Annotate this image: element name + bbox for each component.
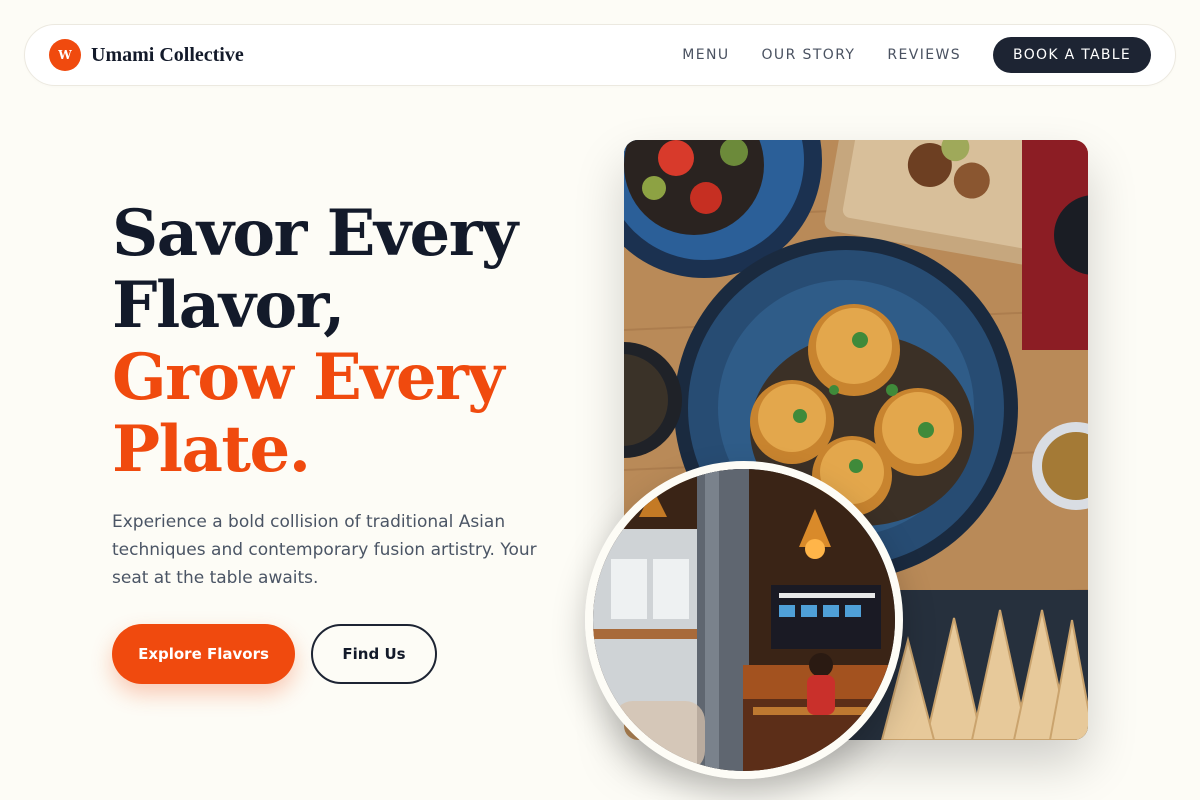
nav-link-reviews[interactable]: REVIEWS [887, 47, 961, 63]
interior-photo-illustration [593, 469, 895, 771]
hero-title-line-4: Plate. [112, 412, 311, 487]
nav-links: MENU OUR STORY REVIEWS BOOK A TABLE [682, 37, 1151, 73]
brand-logo-icon: W [49, 39, 81, 71]
hero-title-line-1: Savor Every [112, 196, 518, 271]
explore-flavors-button[interactable]: Explore Flavors [112, 624, 295, 684]
hero-title-line-3: Grow Every [112, 340, 505, 415]
brand-name: Umami Collective [91, 43, 244, 66]
brand-link[interactable]: W Umami Collective [49, 39, 244, 71]
nav-link-our-story[interactable]: OUR STORY [762, 47, 856, 63]
restaurant-interior-photo [585, 461, 903, 779]
book-a-table-button[interactable]: BOOK A TABLE [993, 37, 1151, 73]
hero-title-line-2: Flavor, [112, 268, 345, 343]
nav-link-menu[interactable]: MENU [682, 47, 729, 63]
top-navbar: W Umami Collective MENU OUR STORY REVIEW… [24, 24, 1176, 86]
find-us-button[interactable]: Find Us [311, 624, 437, 684]
landing-page: W Umami Collective MENU OUR STORY REVIEW… [0, 0, 1200, 800]
hero-subtitle: Experience a bold collision of tradition… [112, 512, 537, 588]
hero-title: Savor Every Flavor, Grow Every Plate. [112, 198, 582, 486]
